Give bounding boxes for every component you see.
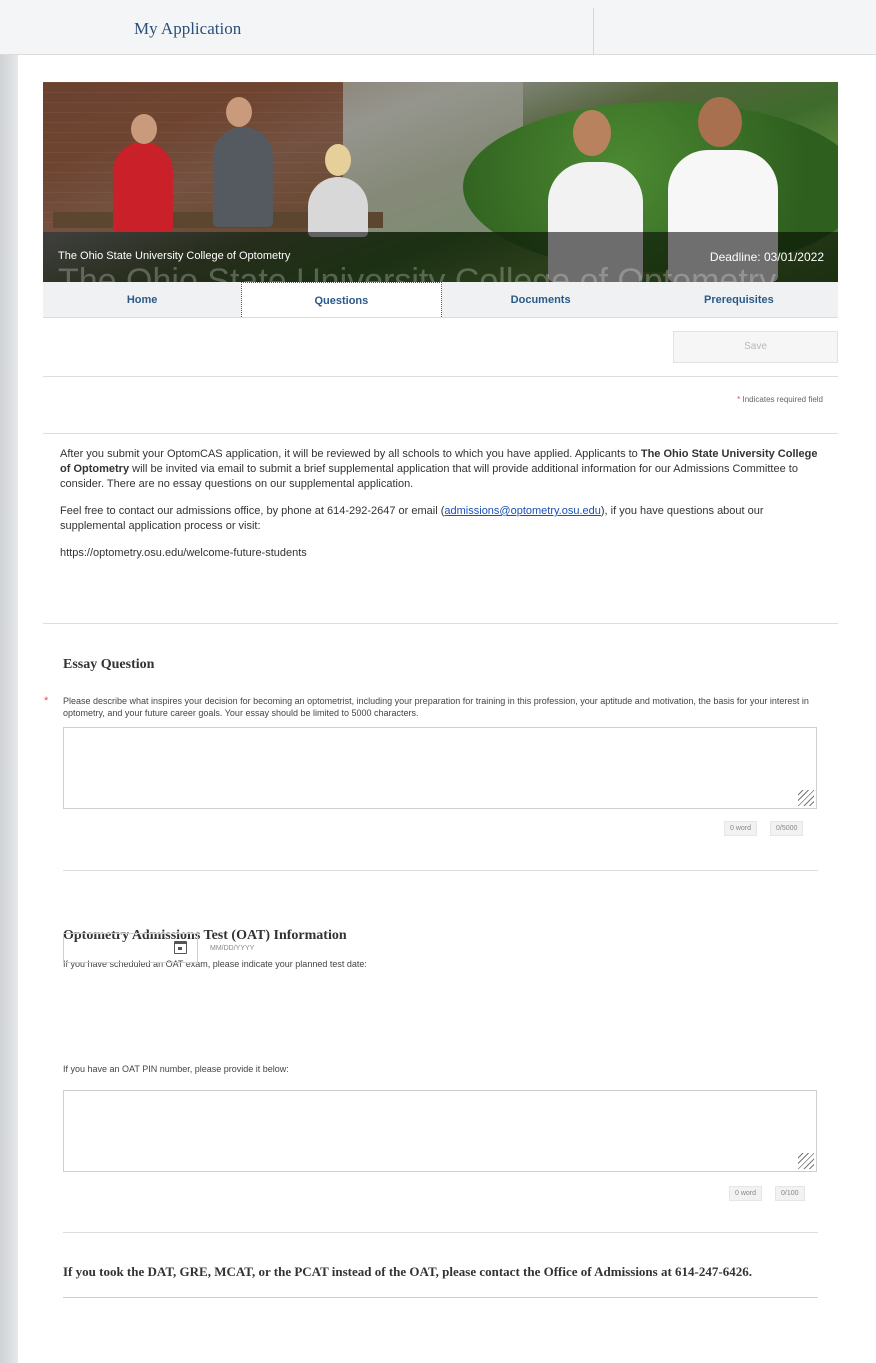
required-note-text: Indicates required field <box>742 395 824 404</box>
essay-textarea[interactable] <box>63 727 817 809</box>
banner-person-1-head <box>131 114 157 144</box>
essay-required-star: * <box>44 695 49 707</box>
banner-person-4-head <box>573 110 611 156</box>
tab-questions[interactable]: Questions <box>241 282 442 317</box>
tab-prerequisites[interactable]: Prerequisites <box>640 282 838 317</box>
oat-date-format-hint: MM/DD/YYYY <box>210 945 255 952</box>
intro-text: After you submit your OptomCAS applicati… <box>60 447 830 573</box>
required-field-note: * Indicates required field <box>737 395 823 404</box>
intro-p1-text-a: After you submit your OptomCAS applicati… <box>60 448 641 460</box>
banner-person-2-head <box>226 97 252 127</box>
banner-brick-wall <box>43 82 343 232</box>
oat-pin-word-count: 0 word <box>729 1186 763 1201</box>
application-tabs: Home Questions Documents Prerequisites <box>43 282 838 318</box>
alternate-test-note: If you took the DAT, GRE, MCAT, or the P… <box>63 1264 752 1279</box>
tab-home[interactable]: Home <box>43 282 241 317</box>
banner-person-2 <box>213 127 273 227</box>
divider-6 <box>63 1297 818 1298</box>
banner-person-3 <box>308 177 368 237</box>
resize-handle-icon[interactable] <box>798 790 814 806</box>
divider-3 <box>43 623 838 624</box>
intro-p2-text-a: Feel free to contact our admissions offi… <box>60 505 445 517</box>
banner-school-name: The Ohio State University College of Opt… <box>58 250 291 262</box>
divider-1 <box>43 376 838 377</box>
left-shadow <box>0 55 18 1363</box>
resize-handle-icon[interactable] <box>798 1153 814 1169</box>
intro-p1-text-b: will be invited via email to submit a br… <box>60 463 798 490</box>
save-button[interactable]: Save <box>673 331 838 363</box>
my-application-title[interactable]: My Application <box>134 19 241 39</box>
required-star: * <box>737 395 741 404</box>
essay-word-count: 0 word <box>724 821 758 836</box>
divider-4 <box>63 870 818 871</box>
intro-paragraph-1: After you submit your OptomCAS applicati… <box>60 447 830 492</box>
divider-5 <box>63 1232 818 1233</box>
oat-pin-prompt: If you have an OAT PIN number, please pr… <box>63 1064 289 1074</box>
topbar-divider <box>593 8 594 54</box>
banner-ghost-text: The Ohio State University College of Opt… <box>58 262 777 282</box>
intro-paragraph-2: Feel free to contact our admissions offi… <box>60 504 830 534</box>
essay-section-title: Essay Question <box>63 657 155 672</box>
admissions-email-link[interactable]: admissions@optometry.osu.edu <box>444 505 600 517</box>
banner-person-3-head <box>325 144 351 176</box>
oat-date-input[interactable] <box>63 933 198 963</box>
oat-pin-textarea[interactable] <box>63 1090 817 1172</box>
banner-deadline: Deadline: 03/01/2022 <box>709 250 824 264</box>
divider-2 <box>43 433 838 434</box>
tab-documents[interactable]: Documents <box>442 282 640 317</box>
essay-char-count: 0/5000 <box>770 821 804 836</box>
top-bar: My Application <box>0 0 876 55</box>
oat-pin-char-count: 0/100 <box>775 1186 805 1201</box>
intro-paragraph-3: https://optometry.osu.edu/welcome-future… <box>60 547 307 559</box>
banner-person-5-head <box>698 97 742 147</box>
calendar-icon[interactable] <box>174 941 187 954</box>
essay-question-text: Please describe what inspires your decis… <box>63 696 809 718</box>
banner-person-1 <box>113 142 173 232</box>
school-banner: The Ohio State University College of Opt… <box>43 82 838 282</box>
